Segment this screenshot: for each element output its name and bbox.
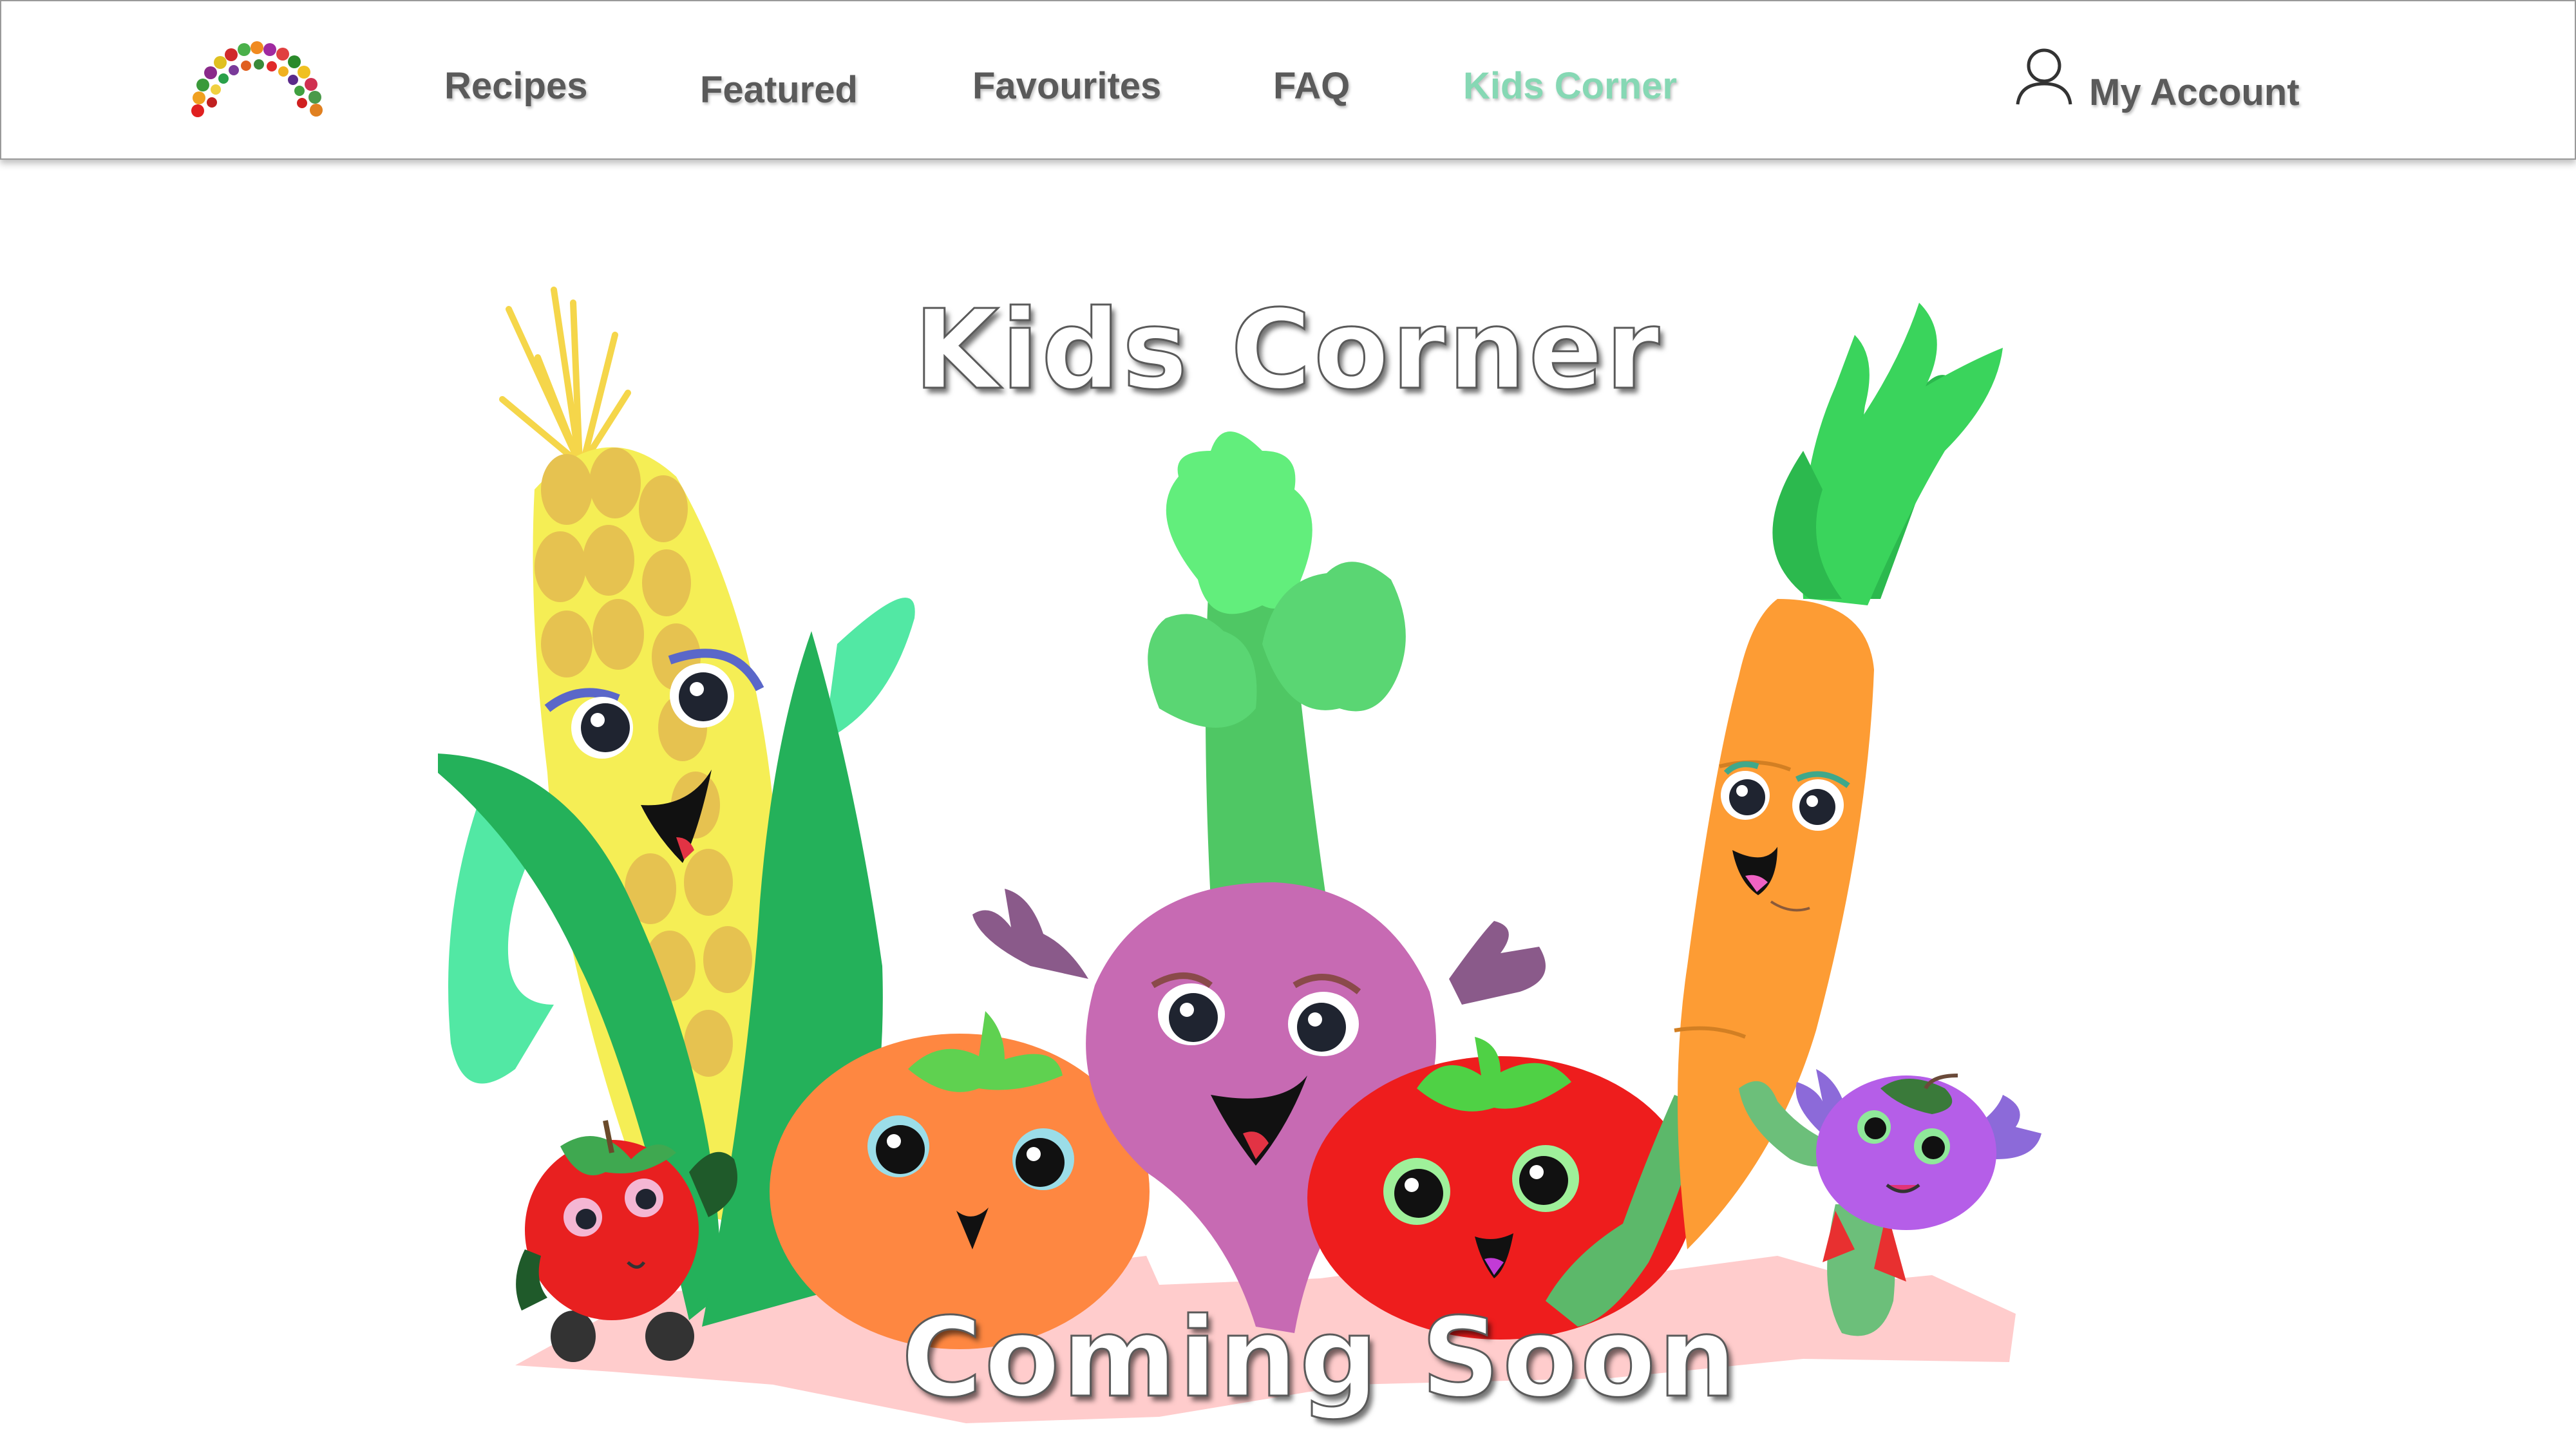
coming-soon-text: Coming Soon [901, 1294, 1739, 1423]
veggie-rainbow-logo[interactable] [185, 30, 330, 120]
page-title: Kids Corner [913, 286, 1662, 415]
top-navbar: Recipes Featured Favourites FAQ Kids Cor… [0, 0, 2576, 160]
nav-recipes[interactable]: Recipes [444, 64, 587, 108]
nav-kids-corner[interactable]: Kids Corner [1463, 64, 1677, 108]
user-icon [2016, 48, 2072, 105]
nav-featured[interactable]: Featured [700, 68, 858, 111]
my-account-label: My Account [2089, 71, 2300, 113]
nav-favourites[interactable]: Favourites [972, 64, 1161, 108]
nav-faq[interactable]: FAQ [1273, 64, 1350, 108]
vegetables-illustration [438, 287, 2041, 1423]
